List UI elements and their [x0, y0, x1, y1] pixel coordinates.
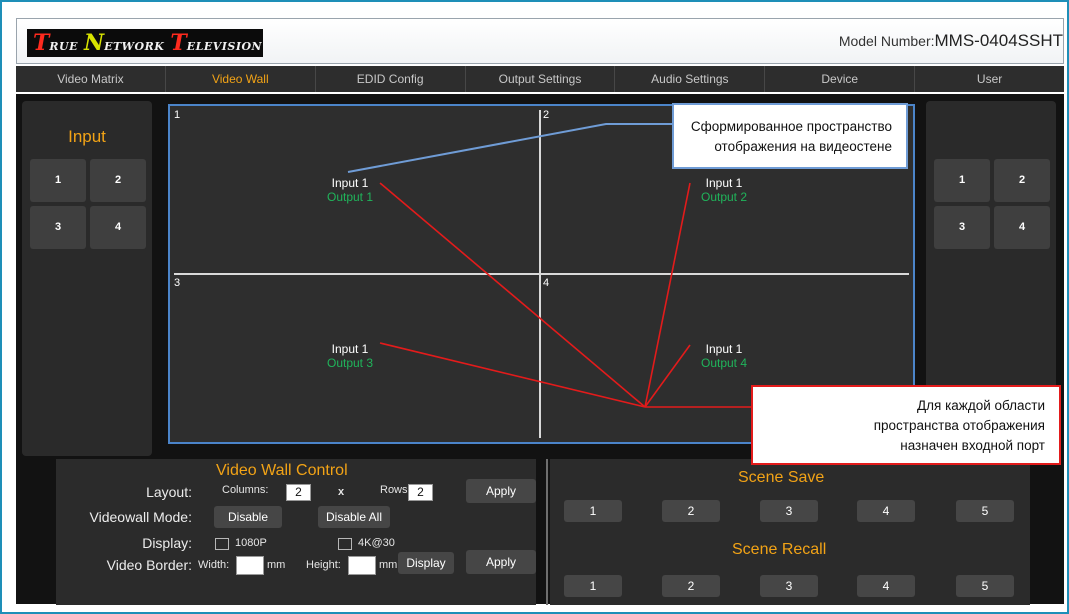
tab-video-wall[interactable]: Video Wall: [166, 66, 316, 92]
tab-audio-settings[interactable]: Audio Settings: [615, 66, 766, 92]
cell-1-input: Input 1: [331, 176, 369, 190]
video-wall-page: Input 1 2 3 4 1 Input 1 Output 1 2 Input…: [16, 94, 1064, 605]
cell-1-output: Output 1: [326, 190, 374, 204]
input-panel: Input 1 2 3 4: [22, 101, 152, 456]
model-number-label: Model Number:: [838, 33, 935, 49]
scene-save-button-4[interactable]: 4: [857, 500, 915, 522]
input-button-1[interactable]: 1: [30, 159, 86, 202]
cell-1-number: 1: [174, 109, 181, 121]
layout-apply-button[interactable]: Apply: [466, 479, 536, 503]
videowall-mode-label: Videowall Mode:: [89, 509, 192, 525]
border-display-button[interactable]: Display: [398, 552, 454, 574]
checkbox-1080p[interactable]: [215, 538, 229, 550]
cell-3-number: 3: [174, 277, 181, 289]
scene-recall-title: Scene Recall: [732, 541, 827, 558]
cell-4-output: Output 4: [700, 356, 748, 370]
scene-panel: Scene Save 1 2 3 4 5 Scene Recall 1 2 3 …: [550, 459, 1030, 605]
border-width-unit: mm: [267, 559, 286, 571]
layout-label: Layout:: [146, 484, 192, 500]
columns-input[interactable]: 2: [286, 484, 311, 501]
logo-wordmark: TRUE NETWORK TELEVISION: [33, 30, 263, 56]
callout-blue-line-1: Сформированное пространство: [690, 119, 892, 134]
disable-button[interactable]: Disable: [214, 506, 282, 528]
scene-recall-button-5[interactable]: 5: [956, 575, 1014, 597]
control-title: Video Wall Control: [216, 462, 348, 479]
callout-red-line-1: Для каждой области: [917, 398, 1045, 413]
tab-device[interactable]: Device: [765, 66, 916, 92]
callout-red-line-3: назначен входной порт: [900, 438, 1045, 453]
output-button-4[interactable]: 4: [994, 206, 1050, 249]
scene-recall-button-3[interactable]: 3: [760, 575, 818, 597]
border-height-label: Height:: [306, 559, 341, 571]
scene-save-button-1[interactable]: 1: [564, 500, 622, 522]
video-wall-control: Video Wall Control Layout: Columns: 2 x …: [56, 459, 536, 605]
checkbox-4k30[interactable]: [338, 538, 352, 550]
output-button-1[interactable]: 1: [934, 159, 990, 202]
main-nav: Video Matrix Video Wall EDID Config Outp…: [16, 66, 1064, 92]
scene-recall-button-2[interactable]: 2: [662, 575, 720, 597]
scene-recall-button-4[interactable]: 4: [857, 575, 915, 597]
input-button-4[interactable]: 4: [90, 206, 146, 249]
label-4k30: 4K@30: [358, 537, 395, 549]
wall-divider-horizontal: [174, 273, 909, 275]
tab-edid-config[interactable]: EDID Config: [316, 66, 466, 92]
columns-label: Columns:: [222, 484, 269, 496]
scene-recall-button-1[interactable]: 1: [564, 575, 622, 597]
input-panel-title: Input: [68, 127, 106, 146]
cell-2-input: Input 1: [705, 176, 743, 190]
callout-red-line-2: пространства отображения: [873, 418, 1045, 433]
input-button-2[interactable]: 2: [90, 159, 146, 202]
scene-save-button-3[interactable]: 3: [760, 500, 818, 522]
cell-4-number: 4: [543, 277, 550, 289]
rows-input[interactable]: 2: [408, 484, 433, 501]
callout-blue-line-2: отображения на видеостене: [714, 139, 892, 154]
border-height-input[interactable]: [348, 556, 376, 575]
scene-save-button-5[interactable]: 5: [956, 500, 1014, 522]
scene-save-button-2[interactable]: 2: [662, 500, 720, 522]
tab-video-matrix[interactable]: Video Matrix: [16, 66, 166, 92]
output-button-2[interactable]: 2: [994, 159, 1050, 202]
disable-all-button[interactable]: Disable All: [318, 506, 390, 528]
tab-output-settings[interactable]: Output Settings: [466, 66, 616, 92]
callout-display-space: Сформированное пространство отображения …: [672, 103, 908, 169]
model-number: Model Number:MMS-0404SSHT: [839, 31, 1063, 51]
border-width-label: Width:: [198, 559, 230, 571]
tab-user[interactable]: User: [915, 66, 1064, 92]
header: TRUE NETWORK TELEVISION Model Number:MMS-0…: [16, 18, 1064, 64]
brand-logo: TRUE NETWORK TELEVISION: [27, 29, 263, 57]
section-divider: [546, 459, 548, 605]
border-height-unit: mm: [379, 559, 398, 571]
cell-2-number: 2: [543, 109, 550, 121]
input-button-3[interactable]: 3: [30, 206, 86, 249]
display-label: Display:: [142, 535, 192, 551]
scene-save-title: Scene Save: [738, 469, 825, 486]
cell-2-output: Output 2: [700, 190, 748, 204]
model-number-value: MMS-0404SSHT: [934, 31, 1063, 50]
cell-3-input: Input 1: [331, 342, 369, 356]
border-width-input[interactable]: [236, 556, 264, 575]
x-separator: x: [338, 486, 345, 498]
label-1080p: 1080P: [235, 537, 267, 549]
cell-4-input: Input 1: [705, 342, 743, 356]
cell-3-output: Output 3: [326, 356, 374, 370]
rows-label: Rows:: [380, 484, 411, 496]
app-window: TRUE NETWORK TELEVISION Model Number:MMS-0…: [0, 0, 1069, 614]
callout-input-assignment: Для каждой области пространства отображе…: [751, 385, 1061, 465]
video-border-label: Video Border:: [106, 557, 192, 573]
border-apply-button[interactable]: Apply: [466, 550, 536, 574]
output-button-3[interactable]: 3: [934, 206, 990, 249]
